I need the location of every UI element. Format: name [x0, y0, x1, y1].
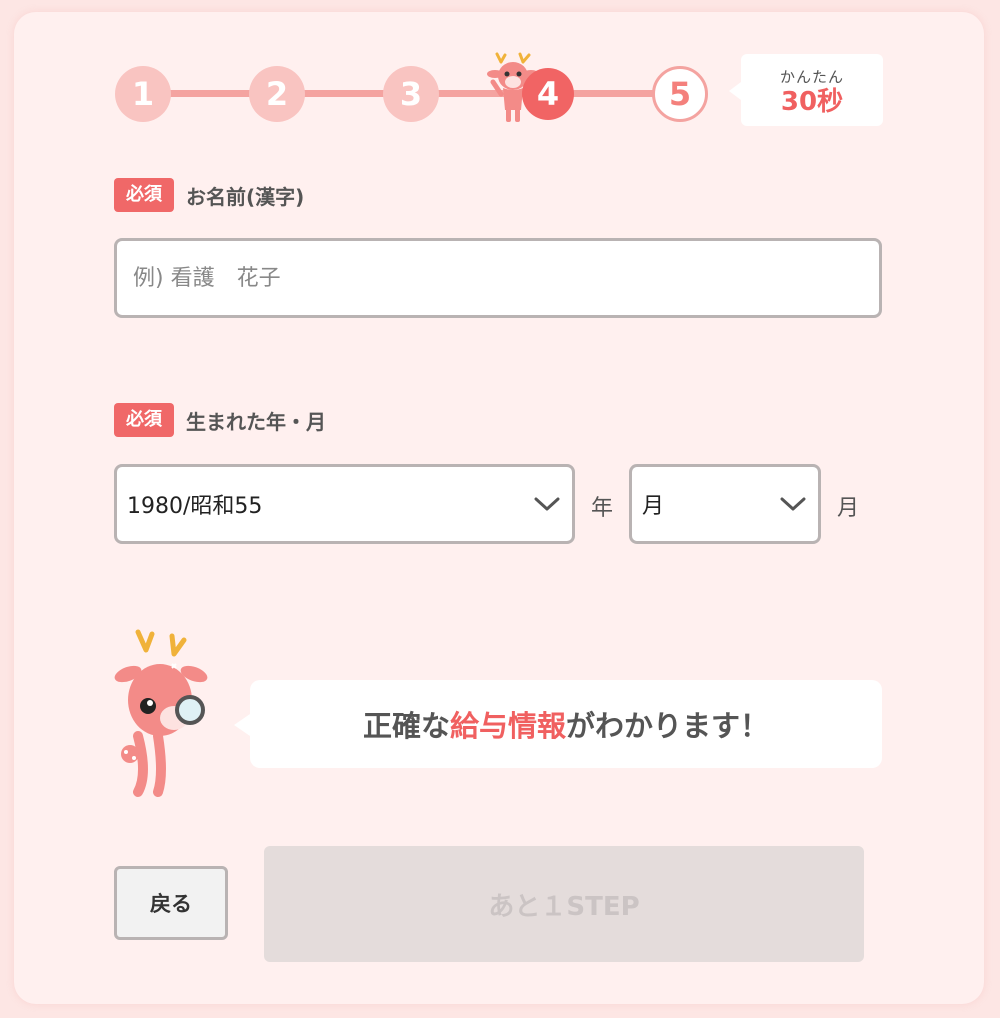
step-2: 2: [249, 66, 305, 122]
birth-month-select[interactable]: 月: [629, 464, 821, 544]
name-kanji-input[interactable]: [114, 238, 882, 318]
time-estimate-label: かんたん: [779, 68, 844, 86]
time-estimate-value: 30秒: [780, 87, 844, 117]
birth-label-text: 生まれた年・月: [186, 409, 326, 434]
required-badge: 必須: [114, 178, 174, 212]
year-unit-label: 年: [591, 496, 614, 521]
chevron-down-icon: [534, 497, 560, 511]
message-highlight: 給与情報: [449, 709, 566, 743]
name-label-text: お名前(漢字): [186, 184, 305, 209]
name-field-label: 必須 お名前(漢字): [114, 178, 304, 212]
step-5: 5: [652, 66, 708, 122]
month-unit-label: 月: [837, 496, 860, 521]
info-message-bubble: 正確な 給与情報 がわかります！: [234, 680, 882, 768]
message-suffix: がわかります！: [566, 709, 770, 743]
chevron-down-icon: [780, 497, 806, 511]
birth-field-label: 必須 生まれた年・月: [114, 403, 326, 437]
next-step-button[interactable]: あと１STEP: [264, 846, 864, 962]
step-1: 1: [115, 66, 171, 122]
birth-month-value: 月: [642, 494, 665, 519]
required-badge: 必須: [114, 403, 174, 437]
back-button[interactable]: 戻る: [114, 866, 228, 940]
birth-year-value: 1980/昭和55: [127, 494, 263, 519]
step-3: 3: [383, 66, 439, 122]
time-estimate-badge: かんたん 30秒: [729, 54, 883, 126]
message-prefix: 正確な: [362, 709, 450, 743]
step-4: 4: [522, 68, 574, 120]
birth-year-select[interactable]: 1980/昭和55: [114, 464, 575, 544]
deer-with-magnifier-icon: [114, 629, 208, 797]
